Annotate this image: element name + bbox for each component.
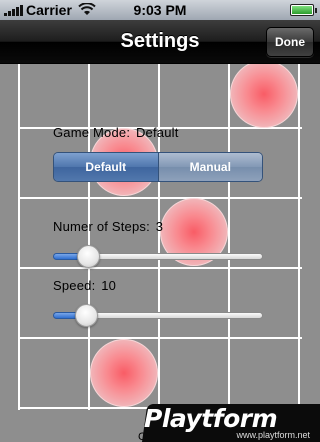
grid-line — [18, 337, 302, 339]
game-mode-value: Default — [135, 125, 179, 140]
navigation-bar: Settings Done — [0, 20, 320, 64]
speed-slider[interactable] — [53, 303, 263, 327]
grid-line — [298, 64, 300, 410]
ball — [90, 339, 158, 407]
game-mode-label: Game Mode: — [53, 125, 131, 140]
grid-line — [18, 64, 20, 410]
battery-level — [292, 6, 312, 14]
slider-thumb[interactable] — [75, 304, 98, 327]
steps-label: Numer of Steps: — [53, 219, 150, 234]
watermark: Playtform www.playtform.net — [140, 404, 310, 442]
speed-row: Speed: 10 — [53, 278, 116, 293]
segment-manual[interactable]: Manual — [157, 153, 262, 181]
ball — [230, 64, 298, 128]
watermark-logo: Playtform — [144, 404, 278, 433]
status-bar: Carrier 9:03 PM — [0, 0, 320, 20]
slider-thumb[interactable] — [77, 245, 100, 268]
grid-line — [88, 64, 90, 410]
speed-label: Speed: — [53, 278, 96, 293]
game-mode-segmented-control[interactable]: Default Manual — [53, 152, 263, 182]
steps-row: Numer of Steps: 3 — [53, 219, 163, 234]
segment-default[interactable]: Default — [54, 153, 158, 181]
battery-icon — [290, 4, 317, 16]
speed-value: 10 — [101, 278, 117, 293]
game-mode-row: Game Mode: Default — [53, 125, 179, 140]
grid-line — [228, 64, 230, 410]
status-time: 9:03 PM — [133, 2, 187, 18]
done-button[interactable]: Done — [266, 27, 314, 57]
steps-slider[interactable] — [53, 244, 263, 268]
grid-line — [18, 197, 302, 199]
watermark-url: www.playtform.net — [236, 430, 310, 440]
steps-value: 3 — [155, 219, 164, 234]
